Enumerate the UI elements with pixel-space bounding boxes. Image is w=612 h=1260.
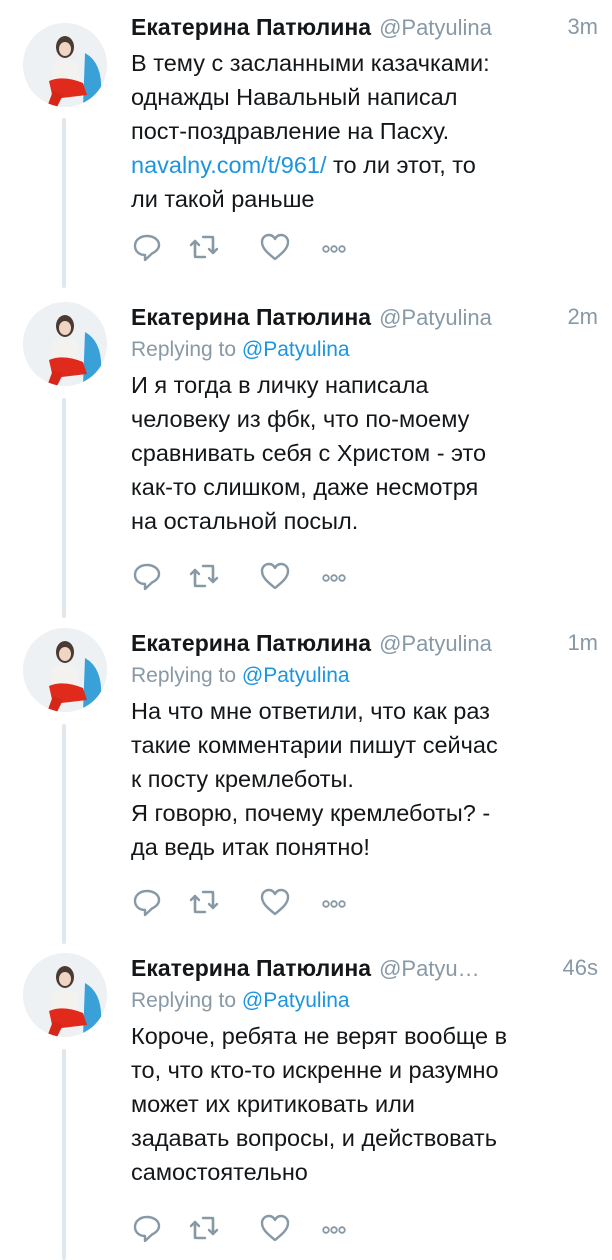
tweet-header: Екатерина Патюлина @Patyulina 1m [131,628,598,658]
tweet-text-line: на остальной посыл. [131,508,359,534]
tweet-text: В тему с засланными казачками: однажды Н… [131,46,598,216]
like-button[interactable] [259,231,293,263]
retweet-button[interactable] [187,560,221,592]
tweet-text-line: то, что кто-то искренне и разумно [131,1057,499,1083]
display-name[interactable]: Екатерина Патюлина [131,14,371,40]
timestamp[interactable]: 1m [567,628,598,658]
like-button[interactable] [259,886,293,918]
mention-link[interactable]: @Patyulina [242,338,350,361]
thread-line [62,118,66,288]
display-name[interactable]: Екатерина Патюлина [131,955,371,981]
tweet-text-line: однажды Навальный написал [131,84,458,110]
tweet-text-line: самостоятельно [131,1159,308,1185]
thread-line [62,398,66,618]
tweet-text-line: пост-поздравление на Пасху. [131,118,450,144]
retweet-button[interactable] [187,1212,221,1244]
retweet-icon [187,231,221,263]
username[interactable]: @Patyulina [379,15,492,40]
reply-icon [131,886,165,918]
tweet-header: Екатерина Патюлина @Patyu… 46s [131,953,598,983]
retweet-icon [187,886,221,918]
tweet-text-line: может их критиковать или [131,1091,415,1117]
tweet-text: И я тогда в личку написала человеку из ф… [131,368,598,538]
replying-to: Replying to @Patyulina [131,662,598,690]
more-icon [317,1212,351,1244]
more-button[interactable] [317,560,351,592]
avatar[interactable] [23,302,107,386]
timestamp[interactable]: 3m [567,12,598,42]
tweet-text-line: как-то слишком, даже несмотря [131,474,479,500]
mention-link[interactable]: @Patyulina [242,664,350,687]
tweet-text: На что мне ответили, что как раз такие к… [131,694,598,864]
tweet-text-line: В тему с засланными казачками: [131,50,490,76]
replying-to-label: Replying to [131,989,237,1012]
tweet-text-line: к посту кремлеботы. [131,766,354,792]
reply-button[interactable] [131,886,165,918]
retweet-icon [187,1212,221,1244]
tweet-text-line: человеку из фбк, что по-моему [131,406,470,432]
like-icon [259,886,293,918]
tweet-text-line: такие комментарии пишут сейчас [131,732,498,758]
like-icon [259,1212,293,1244]
retweet-icon [187,560,221,592]
tweet-text-line: Короче, ребята не верят вообще в [131,1023,508,1049]
tweet-text-line: да ведь итак понятно! [131,834,370,860]
tweet-text-line: ли такой раньше [131,186,315,212]
more-icon [317,231,351,263]
timestamp[interactable]: 2m [567,302,598,332]
username[interactable]: @Patyulina [379,305,492,330]
replying-to-label: Replying to [131,664,237,687]
avatar[interactable] [23,23,107,107]
reply-icon [131,231,165,263]
username[interactable]: @Patyulina [379,631,492,656]
replying-to: Replying to @Patyulina [131,336,598,364]
mention-link[interactable]: @Patyulina [242,989,350,1012]
tweet-text-line: задавать вопросы, и действовать [131,1125,497,1151]
tweet-text-line: сравнивать себя с Христом - это [131,440,487,466]
retweet-button[interactable] [187,231,221,263]
display-name[interactable]: Екатерина Патюлина [131,630,371,656]
reply-icon [131,560,165,592]
tweet-header: Екатерина Патюлина @Patyulina 3m [131,12,598,42]
timestamp[interactable]: 46s [563,953,598,983]
reply-icon [131,1212,165,1244]
replying-to-label: Replying to [131,338,237,361]
more-icon [317,886,351,918]
replying-to: Replying to @Patyulina [131,987,598,1015]
like-icon [259,231,293,263]
tweet-link[interactable]: navalny.com/t/961/ [131,152,327,178]
tweet-text: Короче, ребята не верят вообще в то, что… [131,1019,598,1189]
retweet-button[interactable] [187,886,221,918]
tweet-text-line: Я говорю, почему кремлеботы? - [131,800,491,826]
reply-button[interactable] [131,1212,165,1244]
tweet-text-line: то ли этот, то [326,152,476,178]
more-button[interactable] [317,886,351,918]
like-button[interactable] [259,560,293,592]
more-icon [317,560,351,592]
thread-line [62,724,66,944]
tweet-text-line: И я тогда в личку написала [131,372,429,398]
avatar[interactable] [23,953,107,1037]
reply-button[interactable] [131,560,165,592]
like-button[interactable] [259,1212,293,1244]
tweet-text-line: На что мне ответили, что как раз [131,698,490,724]
display-name[interactable]: Екатерина Патюлина [131,304,371,330]
reply-button[interactable] [131,231,165,263]
more-button[interactable] [317,231,351,263]
more-button[interactable] [317,1212,351,1244]
like-icon [259,560,293,592]
avatar[interactable] [23,628,107,712]
tweet-header: Екатерина Патюлина @Patyulina 2m [131,302,598,332]
thread-line [62,1049,66,1260]
username[interactable]: @Patyu… [379,956,480,981]
